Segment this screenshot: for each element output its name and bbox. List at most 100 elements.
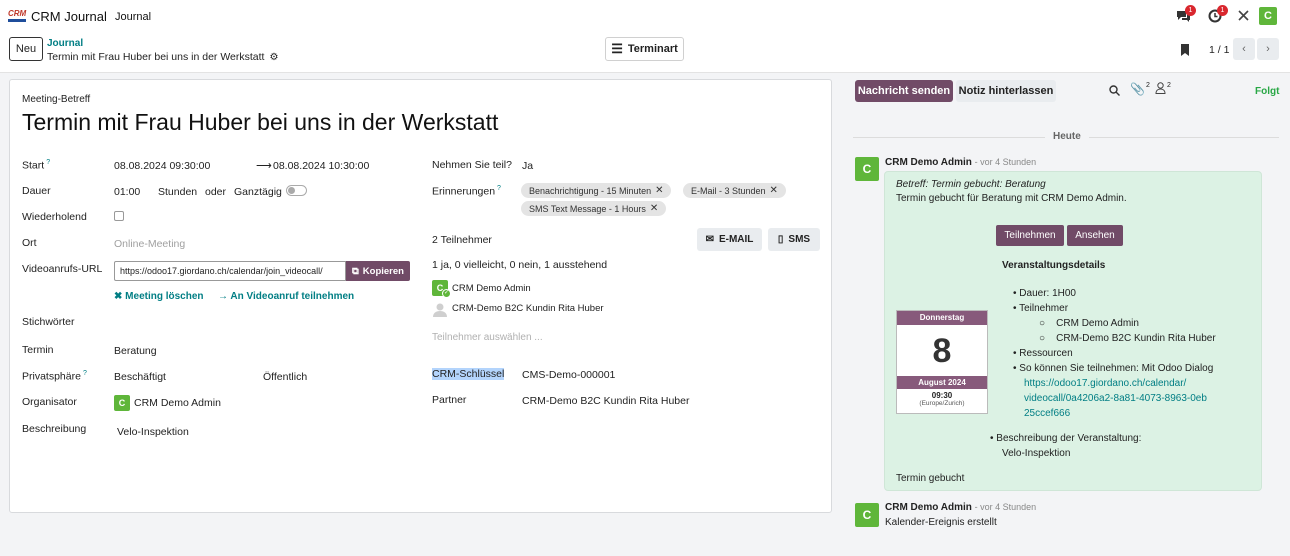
video-url-field[interactable]: https://odoo17.giordano.ch/calendar/join… — [114, 261, 346, 281]
stop-field[interactable]: 08.08.2024 10:30:00 — [273, 160, 369, 172]
privacy-help-icon[interactable]: ? — [83, 370, 87, 377]
copy-button[interactable]: ⧉ Kopieren — [346, 261, 410, 281]
details-list: • Dauer: 1H00 • Teilnehmer ○ CRM Demo Ad… — [1013, 286, 1258, 421]
pager-prev-button[interactable]: ‹ — [1233, 38, 1255, 60]
email-button[interactable]: ✉ E-MAIL — [697, 228, 762, 251]
envelope-icon: ✉ — [705, 234, 714, 245]
activities-icon[interactable]: 1 — [1208, 5, 1228, 23]
date-separator: Heute — [1045, 131, 1089, 142]
control-panel: Neu Journal Termin mit Frau Huber bei un… — [0, 33, 1290, 73]
privacy-label: Privatsphäre? — [22, 370, 87, 383]
event-description: • Beschreibung der Veranstaltung: Velo-I… — [990, 433, 1142, 459]
crm-key-label: CRM-Schlüssel — [432, 368, 505, 380]
menu-journal[interactable]: Journal — [115, 11, 151, 23]
select-attendees-input[interactable]: Teilnehmer auswählen ... — [432, 332, 543, 343]
search-icon[interactable] — [1109, 85, 1120, 99]
appointment-field[interactable]: Beratung — [114, 345, 157, 357]
new-button[interactable]: Neu — [9, 37, 43, 61]
attachments-count: 2 — [1145, 82, 1150, 89]
email-button-label: E-MAIL — [718, 234, 754, 245]
details-join-link[interactable]: https://odoo17.giordano.ch/calendar/ vid… — [1013, 376, 1258, 421]
reminder-tag[interactable]: E-Mail - 3 Stunden ✕ — [683, 183, 786, 198]
description-field[interactable]: Velo-Inspektion — [117, 426, 189, 438]
app-logo[interactable]: CRM — [8, 9, 26, 23]
subject-field[interactable]: Termin mit Frau Huber bei uns in der Wer… — [22, 109, 498, 136]
message-author-avatar[interactable]: C — [855, 503, 879, 527]
user-icon — [1155, 82, 1166, 94]
join-videocall-link[interactable]: → An Videoanruf teilnehmen — [218, 291, 354, 302]
message-time: - vor 4 Stunden — [974, 502, 1037, 512]
join-url-line: videocall/0a4206a2-8a81-4073-8963-0eb — [1024, 393, 1207, 404]
calendar-time: 09:30 — [931, 391, 953, 400]
app-name[interactable]: CRM Journal — [31, 9, 107, 24]
pager-next-button[interactable]: › — [1257, 38, 1279, 60]
gear-icon[interactable]: ⚙ — [269, 52, 278, 63]
attachments-button[interactable]: 📎 2 — [1130, 82, 1150, 96]
subject-label: Meeting-Betreff — [22, 94, 91, 105]
app-logo-text: CRM — [8, 9, 27, 18]
reminders-help-icon[interactable]: ? — [497, 185, 501, 192]
allday-toggle[interactable] — [286, 185, 307, 196]
message-author-avatar[interactable]: C — [855, 157, 879, 181]
calendar-date-badge: Donnerstag 8 August 2024 09:30 (Europe/Z… — [896, 310, 988, 414]
message-author[interactable]: CRM Demo Admin — [885, 157, 972, 168]
tools-icon[interactable] — [1237, 9, 1251, 23]
reminder-tag[interactable]: SMS Text Message - 1 Hours ✕ — [521, 201, 667, 216]
attend-label: Nehmen Sie teil? — [432, 159, 512, 171]
paperclip-icon: 📎 — [1130, 82, 1145, 96]
reminder-tag[interactable]: Benachrichtigung - 15 Minuten ✕ — [521, 183, 672, 198]
privacy-field[interactable]: Öffentlich — [263, 371, 307, 383]
message-body: Kalender-Ereignis erstellt — [885, 517, 997, 528]
recurrent-label: Wiederholend — [22, 211, 87, 223]
reminder-tag-label: E-Mail - 3 Stunden — [691, 185, 766, 196]
attend-field[interactable]: Ja — [522, 160, 533, 172]
location-field[interactable]: Online-Meeting — [114, 238, 185, 250]
delete-meeting-label: Meeting löschen — [125, 291, 204, 302]
partner-label: Partner — [432, 394, 467, 406]
show-as-field[interactable]: Beschäftigt — [114, 371, 166, 383]
menu-icon: ☰ — [611, 41, 623, 56]
log-note-button[interactable]: Notiz hinterlassen — [956, 80, 1056, 102]
messages-icon[interactable]: 1 — [1176, 5, 1196, 23]
attendee-name[interactable]: CRM-Demo B2C Kundin Rita Huber — [452, 303, 604, 314]
start-help-icon[interactable]: ? — [46, 159, 50, 166]
send-message-button[interactable]: Nachricht senden — [855, 80, 953, 102]
join-url-line: https://odoo17.giordano.ch/calendar/ — [1024, 378, 1187, 389]
organizer-avatar: C — [114, 395, 130, 411]
breadcrumb-record-title: Termin mit Frau Huber bei uns in der Wer… — [47, 51, 265, 63]
bookmark-icon[interactable] — [1180, 44, 1190, 59]
attendee-name[interactable]: CRM Demo Admin — [452, 283, 531, 294]
pager-value[interactable]: 1 / 1 — [1209, 44, 1229, 56]
terminart-button[interactable]: ☰ Terminart — [605, 37, 684, 61]
tag-remove-icon[interactable]: ✕ — [770, 185, 778, 196]
duration-label: Dauer — [22, 185, 51, 197]
sms-button-label: SMS — [788, 234, 811, 245]
details-attendees-title: Teilnehmer — [1019, 303, 1069, 314]
view-event-button[interactable]: Ansehen — [1067, 225, 1123, 246]
recurrent-checkbox[interactable] — [114, 211, 124, 221]
message-footer: Termin gebucht — [896, 473, 965, 484]
tag-remove-icon[interactable]: ✕ — [650, 203, 658, 214]
delete-meeting-link[interactable]: ✖ Meeting löschen — [114, 291, 204, 302]
crm-key-field[interactable]: CMS-Demo-000001 — [522, 369, 615, 381]
partner-field[interactable]: CRM-Demo B2C Kundin Rita Huber — [522, 395, 689, 407]
details-item: • Dauer: 1H00 — [1013, 288, 1076, 299]
join-attendees-button[interactable]: Teilnehmen — [996, 225, 1064, 246]
tag-remove-icon[interactable]: ✕ — [655, 185, 663, 196]
breadcrumb-journal[interactable]: Journal — [47, 38, 83, 49]
start-field[interactable]: 08.08.2024 09:30:00 — [114, 160, 210, 172]
join-videocall-label: An Videoanruf teilnehmen — [230, 291, 355, 302]
start-label-text: Start — [22, 159, 45, 172]
follow-status[interactable]: Folgt — [1255, 86, 1279, 97]
reminder-tag-label: Benachrichtigung - 15 Minuten — [529, 185, 652, 196]
followers-button[interactable]: 2 — [1155, 82, 1171, 94]
attendee-summary: 1 ja, 0 vielleicht, 0 nein, 1 ausstehend — [432, 259, 608, 271]
message-author[interactable]: CRM Demo Admin — [885, 502, 972, 513]
user-avatar[interactable]: C — [1259, 7, 1277, 25]
organizer-field[interactable]: CRM Demo Admin — [134, 397, 221, 409]
sms-button[interactable]: ▯ SMS — [768, 228, 820, 251]
privacy-label-text: Privatsphäre — [22, 370, 81, 383]
duration-field[interactable]: 01:00 — [114, 186, 140, 198]
top-navbar: CRM CRM Journal Journal 1 1 C — [0, 0, 1290, 33]
message-header: CRM Demo Admin - vor 4 Stunden — [885, 157, 1036, 168]
